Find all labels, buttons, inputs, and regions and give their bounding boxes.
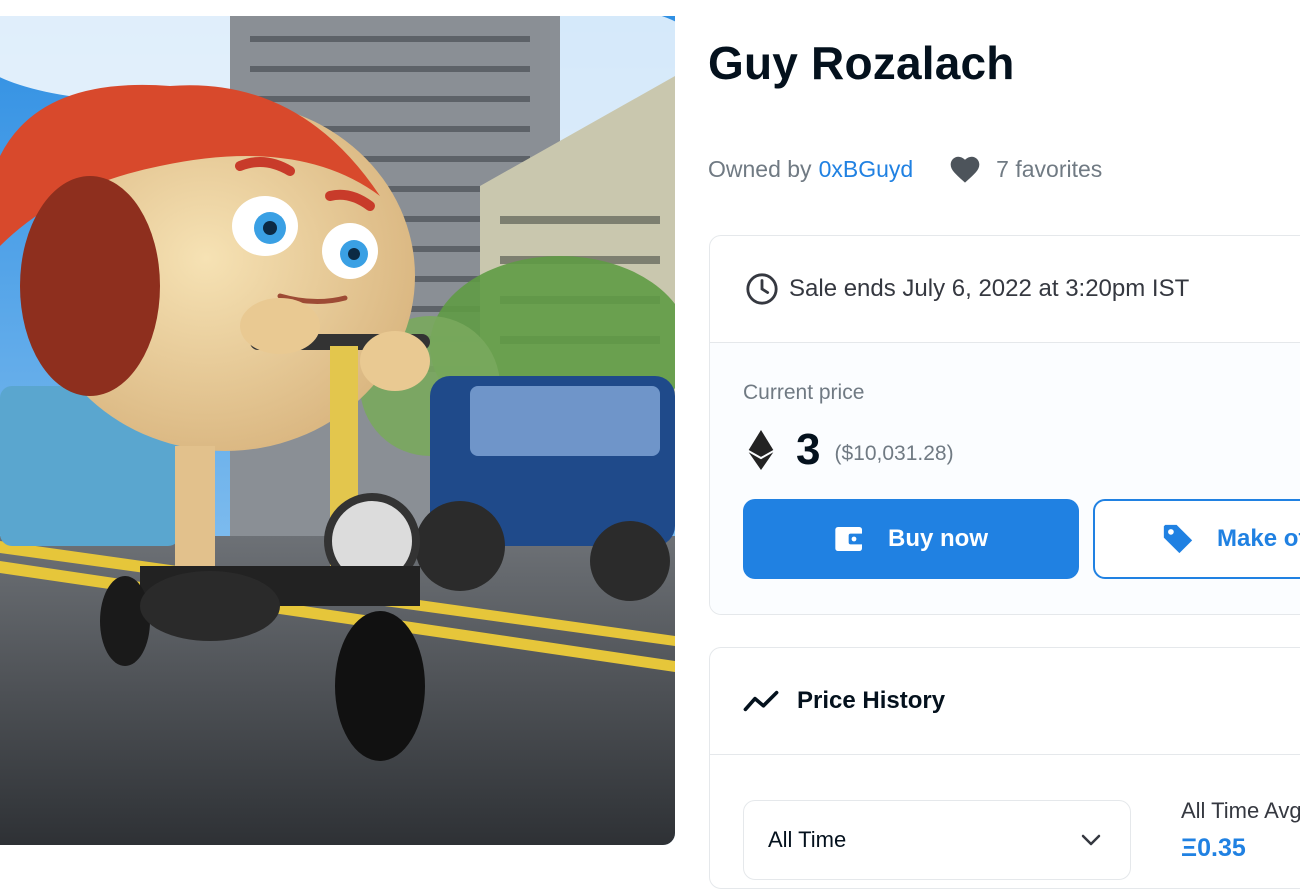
favorites-count: 7 favorites	[996, 155, 1103, 182]
buy-now-button[interactable]: Buy now	[743, 499, 1079, 579]
tag-icon	[1163, 524, 1193, 554]
artwork-illustration	[0, 16, 675, 845]
sale-ends-row: Sale ends July 6, 2022 at 3:20pm IST	[710, 236, 1300, 343]
all-time-average-value: Ξ0.35	[1181, 834, 1246, 862]
current-price-label: Current price	[743, 381, 865, 404]
price-usd: ($10,031.28)	[834, 442, 954, 465]
price-history-panel: Price History All Time All Time Avg. Pri…	[709, 647, 1300, 889]
time-range-value: All Time	[768, 827, 847, 852]
make-offer-button[interactable]: Make offer	[1093, 499, 1300, 579]
wallet-icon	[835, 527, 865, 551]
favorites-button[interactable]: 7 favorites	[948, 154, 1102, 184]
price-history-title: Price History	[797, 687, 946, 714]
owner-row: Owned by 0xBGuyd 7 favorites	[708, 152, 1102, 186]
make-offer-label: Make offer	[1217, 525, 1300, 552]
buy-now-label: Buy now	[888, 525, 988, 552]
item-title: Guy Rozalach	[708, 37, 1015, 89]
trend-icon	[743, 690, 779, 712]
price-value: 3	[796, 425, 821, 474]
price-section: Current price 3 ($10,031.28) Buy now Mak…	[710, 343, 1300, 614]
clock-icon	[746, 273, 778, 305]
owned-by-label: Owned by	[708, 155, 812, 182]
time-range-select[interactable]: All Time	[743, 800, 1131, 880]
all-time-average-label: All Time Avg. Price	[1181, 798, 1300, 823]
price-row: 3 ($10,031.28)	[748, 425, 954, 475]
nft-artwork[interactable]	[0, 16, 675, 845]
all-time-average: All Time Avg. Price Ξ0.35	[1181, 798, 1300, 863]
owner-link[interactable]: 0xBGuyd	[819, 156, 914, 183]
chevron-down-icon	[1081, 834, 1101, 846]
sale-ends-text: Sale ends July 6, 2022 at 3:20pm IST	[789, 275, 1190, 302]
sale-card: Sale ends July 6, 2022 at 3:20pm IST Cur…	[709, 235, 1300, 615]
heart-icon	[950, 156, 980, 183]
price-history-header[interactable]: Price History	[710, 648, 1300, 755]
ethereum-icon	[748, 430, 774, 470]
